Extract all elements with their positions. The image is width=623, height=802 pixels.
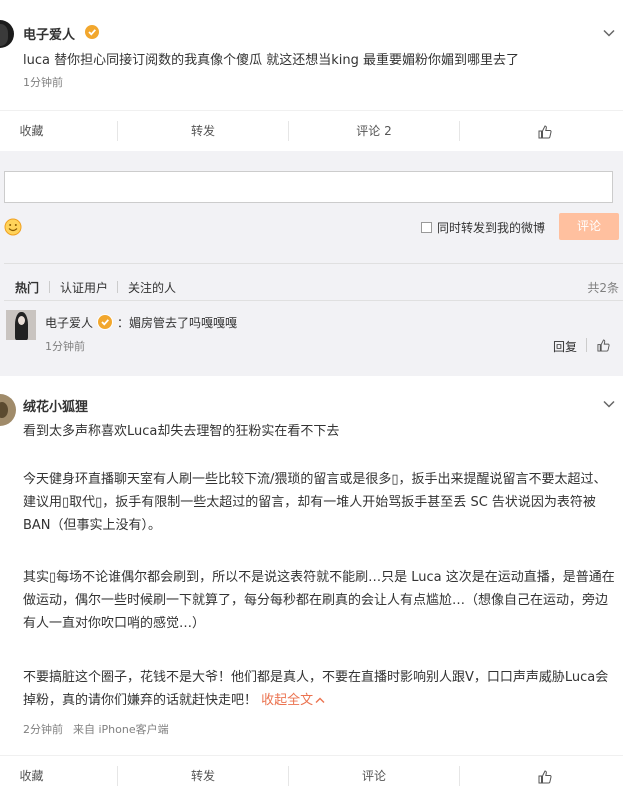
- post-paragraph-3: 不要搞脏这个圈子，花钱不是大爷！他们都是真人，不要在直播时影响别人跟V，口口声声…: [23, 666, 618, 712]
- action-bar: 收藏 转发 评论: [0, 755, 623, 796]
- comment-button[interactable]: 评论: [289, 756, 459, 796]
- tab-verified-users[interactable]: 认证用户: [60, 279, 108, 296]
- emoji-icon[interactable]: [4, 218, 22, 236]
- post-card-1: 电子爱人 luca 替你担心同接订阅数的我真像个傻瓜 就这还想当king 最重要…: [0, 0, 623, 151]
- avatar[interactable]: [0, 20, 14, 48]
- action-bar: 收藏 转发 评论 2: [0, 110, 623, 151]
- comment-count: 共2条: [587, 281, 619, 295]
- post-time[interactable]: 1分钟前: [23, 74, 63, 90]
- post-paragraph-2: 其实▯每场不论谁偶尔都会刷到，所以不是说这表符就不能刷…只是 Luca 这次是在…: [23, 570, 615, 631]
- post-time[interactable]: 2分钟前: [23, 721, 63, 737]
- comment-time: 1分钟前: [45, 340, 85, 353]
- like-button[interactable]: [460, 756, 623, 796]
- avatar[interactable]: [0, 394, 16, 426]
- repost-button[interactable]: 转发: [118, 756, 288, 796]
- comment-panel: 同时转发到我的微博 评论 热门 认证用户 关注的人 共2条 电子爱人 ：媚房管去…: [0, 152, 623, 366]
- reply-button[interactable]: 回复: [553, 338, 577, 355]
- repost-checkbox[interactable]: [421, 222, 432, 233]
- verified-badge-icon: [84, 24, 100, 40]
- repost-checkbox-label: 同时转发到我的微博: [437, 221, 546, 235]
- collapse-link[interactable]: 收起全文: [261, 693, 325, 708]
- comment-input[interactable]: [4, 171, 613, 203]
- divider: [4, 263, 623, 264]
- favorite-button[interactable]: 收藏: [0, 111, 63, 151]
- post-source[interactable]: 来自 iPhone客户端: [73, 721, 169, 737]
- comment-text: ：媚房管去了吗嘎嘎嘎: [117, 316, 238, 330]
- chevron-up-icon: [315, 697, 325, 703]
- post-card-2: 绒花小狐狸 看到太多声称喜欢Luca却失去理智的狂粉实在看不下去 今天健身环直播…: [0, 376, 623, 802]
- thumbs-up-icon: [538, 769, 552, 783]
- comment-author[interactable]: 电子爱人: [45, 314, 93, 331]
- tab-separator: [117, 281, 118, 293]
- tab-hot[interactable]: 热门: [15, 279, 39, 296]
- submit-comment-button[interactable]: 评论: [559, 213, 619, 240]
- repost-button[interactable]: 转发: [118, 111, 288, 151]
- comment-button[interactable]: 评论 2: [289, 111, 459, 151]
- tab-separator: [49, 281, 50, 293]
- post-paragraph-1: 今天健身环直播聊天室有人刷一些比较下流/猥琐的留言或是很多▯，扳手出来提醒说留言…: [23, 472, 607, 533]
- chevron-down-icon[interactable]: [603, 27, 615, 39]
- post-text: luca 替你担心同接订阅数的我真像个傻瓜 就这还想当king 最重要媚粉你媚到…: [23, 53, 519, 68]
- verified-badge-icon: [97, 314, 113, 330]
- post-author[interactable]: 电子爱人: [23, 24, 75, 43]
- divider: [586, 338, 587, 352]
- comment-like-icon[interactable]: [597, 339, 610, 352]
- comment-avatar[interactable]: [6, 310, 36, 340]
- tab-following[interactable]: 关注的人: [128, 279, 176, 296]
- chevron-down-icon[interactable]: [603, 398, 615, 410]
- divider: [4, 300, 623, 301]
- post-author[interactable]: 绒花小狐狸: [23, 396, 88, 415]
- favorite-button[interactable]: 收藏: [0, 756, 63, 796]
- like-button[interactable]: [460, 111, 623, 151]
- collapse-label: 收起全文: [261, 693, 314, 708]
- thumbs-up-icon: [538, 124, 552, 138]
- post-headline: 看到太多声称喜欢Luca却失去理智的狂粉实在看不下去: [23, 424, 340, 439]
